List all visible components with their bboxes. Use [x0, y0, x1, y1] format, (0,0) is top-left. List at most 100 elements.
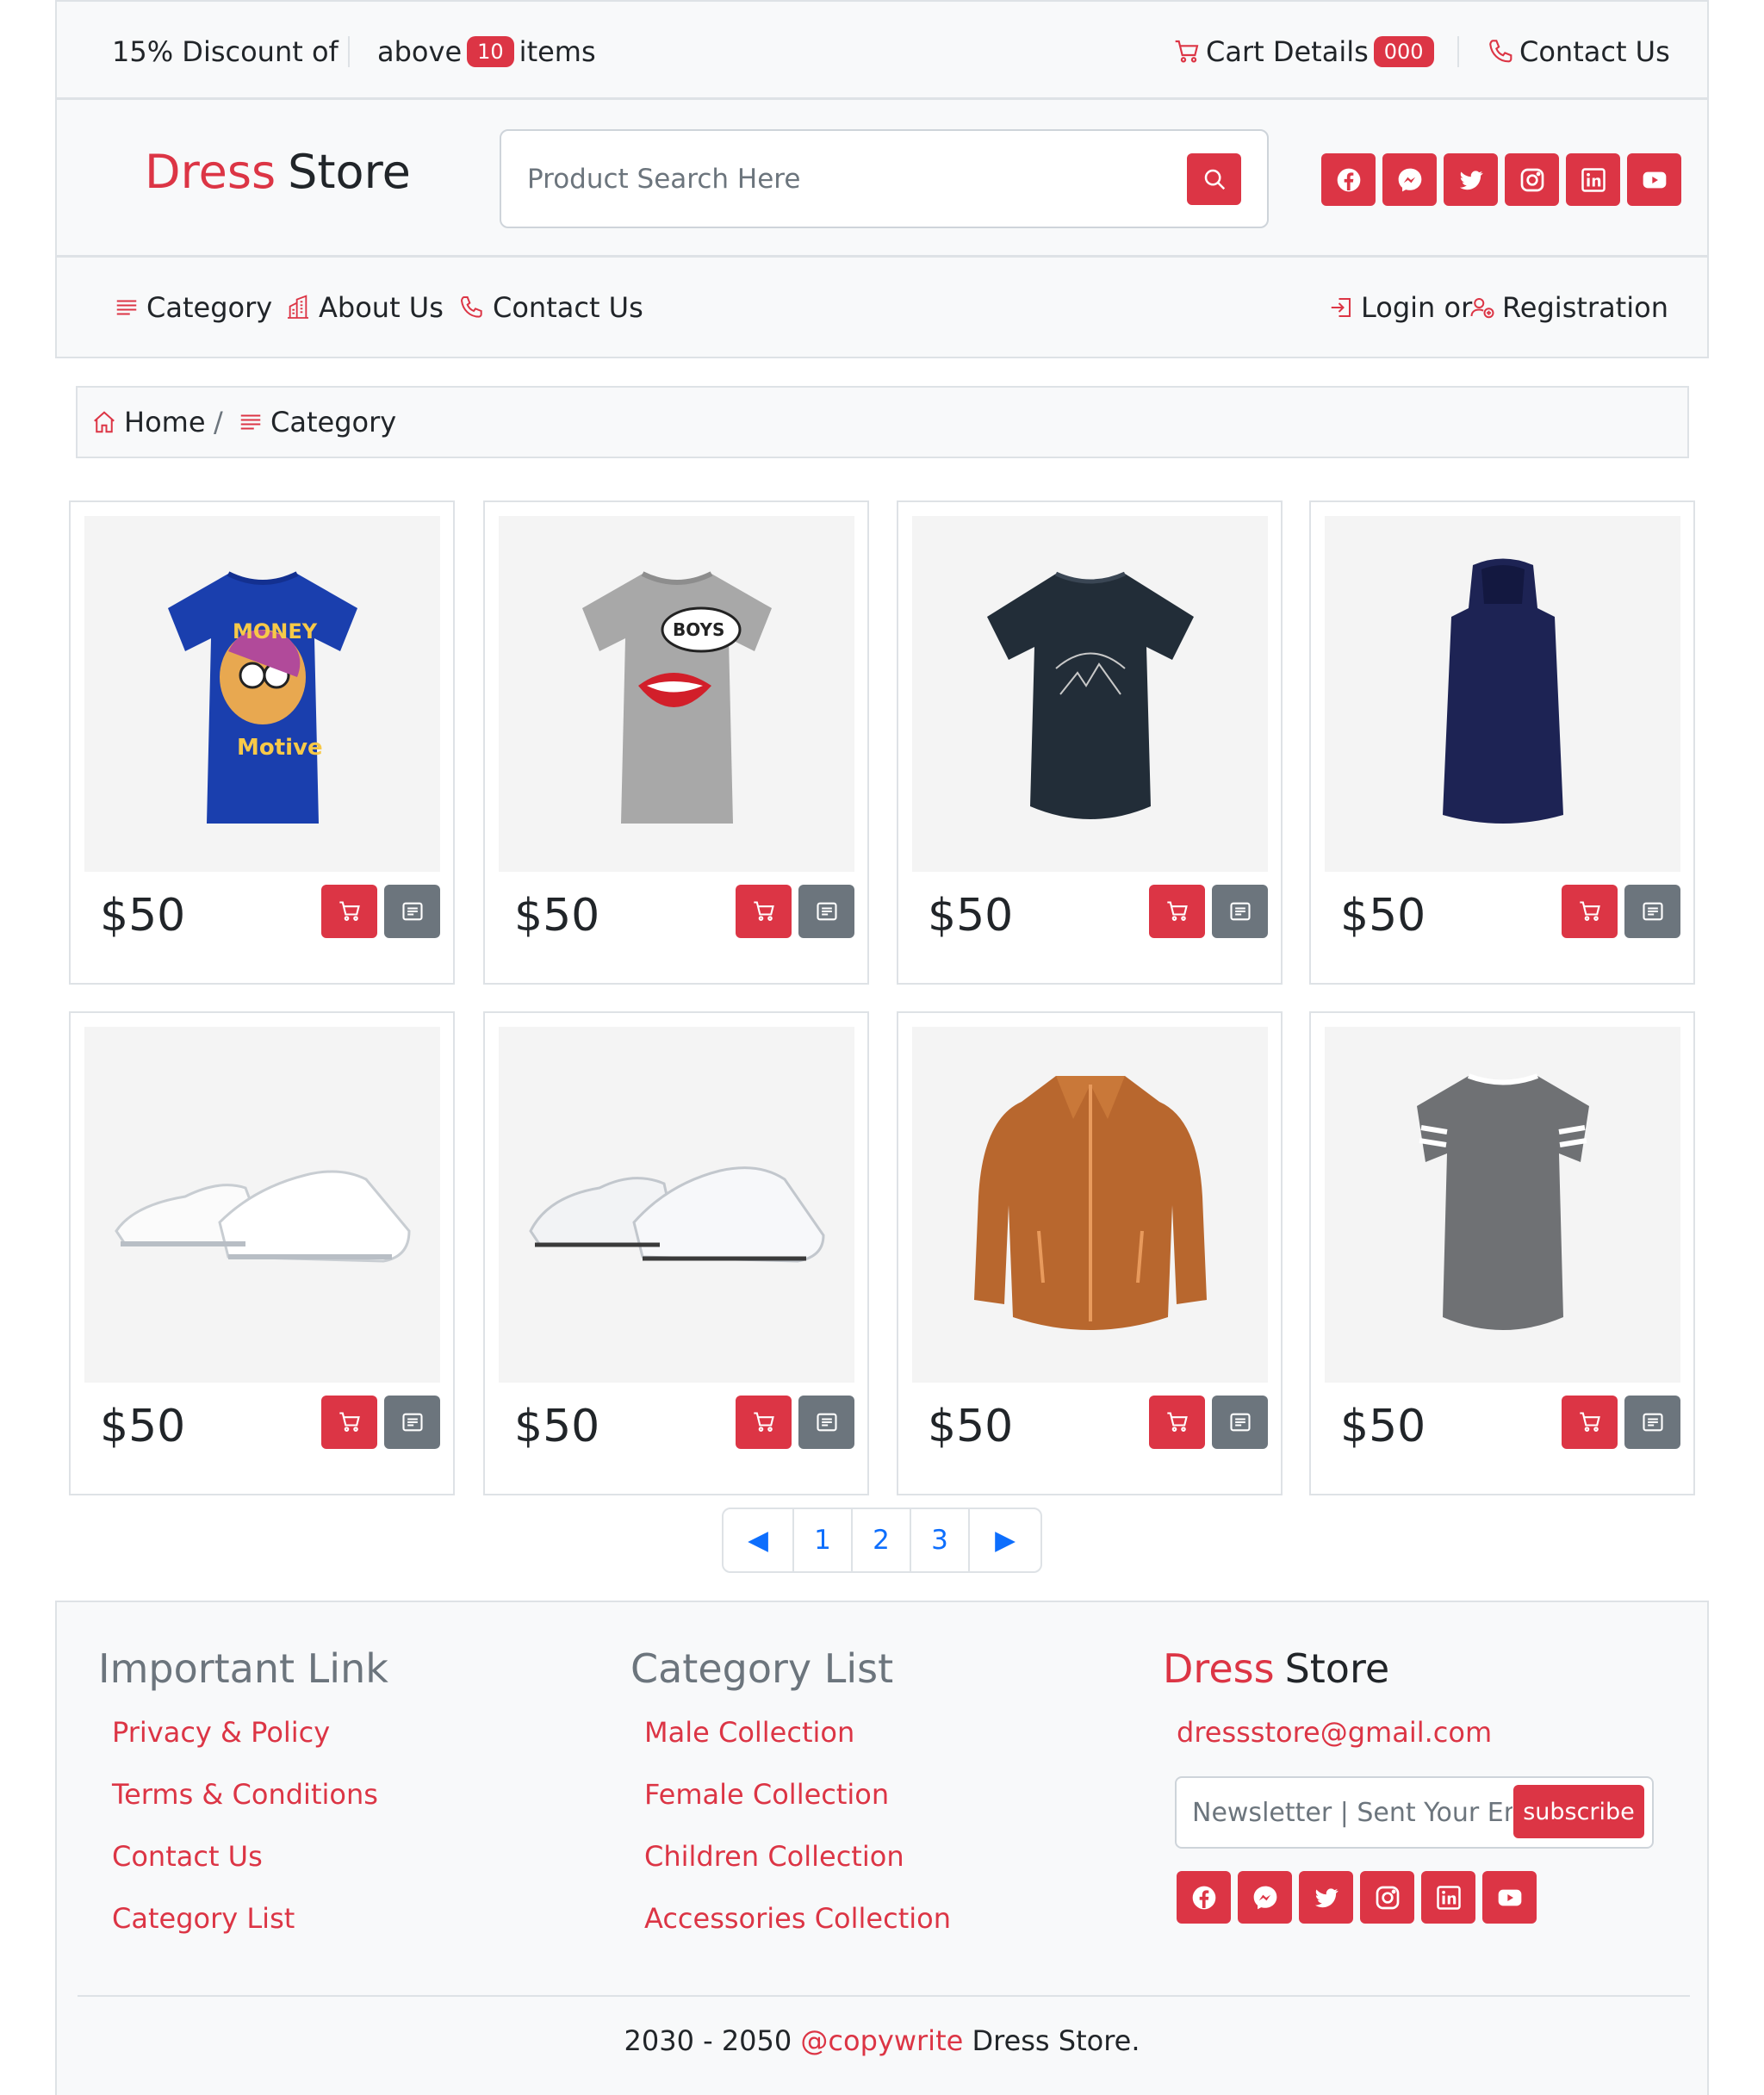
- details-icon: [815, 1410, 839, 1434]
- male-collection-link[interactable]: Male Collection: [644, 1716, 854, 1749]
- product-image[interactable]: [1325, 1027, 1680, 1383]
- breadcrumb-category[interactable]: Category: [238, 388, 396, 457]
- page-link[interactable]: 1: [794, 1509, 853, 1571]
- svg-text:MONEY: MONEY: [233, 619, 318, 643]
- add-to-cart-button[interactable]: [1562, 885, 1618, 938]
- breadcrumb-category-label: Category: [270, 406, 397, 438]
- product-price: $50: [100, 890, 186, 942]
- items-label: items: [519, 35, 596, 68]
- product-image[interactable]: [912, 516, 1268, 872]
- cart-icon: [752, 1410, 776, 1434]
- view-details-button[interactable]: [1624, 885, 1680, 938]
- messenger-icon[interactable]: [1238, 1871, 1292, 1924]
- product-image[interactable]: [84, 1027, 440, 1383]
- children-collection-link[interactable]: Children Collection: [644, 1840, 904, 1873]
- add-to-cart-button[interactable]: [1562, 1396, 1618, 1449]
- view-details-button[interactable]: [1624, 1396, 1680, 1449]
- category-list-heading: Category List: [630, 1645, 894, 1692]
- product-image[interactable]: BOYS: [499, 516, 854, 872]
- accessories-collection-link[interactable]: Accessories Collection: [644, 1902, 951, 1935]
- view-details-button[interactable]: [1212, 885, 1268, 938]
- copyright-link[interactable]: @copywrite: [800, 2024, 963, 2057]
- view-details-button[interactable]: [798, 885, 854, 938]
- add-to-cart-button[interactable]: [321, 1396, 377, 1449]
- footer-brand-second: Store: [1284, 1645, 1390, 1692]
- add-to-cart-button[interactable]: [1149, 1396, 1205, 1449]
- nav-registration[interactable]: Registration: [1469, 258, 1668, 357]
- instagram-icon[interactable]: [1360, 1871, 1414, 1924]
- search-button[interactable]: [1187, 153, 1241, 205]
- page-link[interactable]: 2: [853, 1509, 911, 1571]
- add-to-cart-button[interactable]: [736, 885, 792, 938]
- page-link[interactable]: 3: [911, 1509, 970, 1571]
- page-number: 2: [873, 1525, 890, 1556]
- add-to-cart-button[interactable]: [736, 1396, 792, 1449]
- header-social-links: [1321, 153, 1681, 206]
- newsletter-form: subscribe: [1175, 1776, 1654, 1849]
- category-list-link[interactable]: Category List: [112, 1902, 295, 1935]
- cart-icon: [1578, 1410, 1602, 1434]
- email-link[interactable]: dressstore@gmail.com: [1177, 1716, 1492, 1749]
- important-links-heading: Important Link: [98, 1645, 388, 1692]
- linkedin-icon[interactable]: [1421, 1871, 1475, 1924]
- nav-login-label: Login or: [1361, 290, 1473, 324]
- product-image[interactable]: [912, 1027, 1268, 1383]
- footer-contact-link[interactable]: Contact Us: [112, 1840, 263, 1873]
- add-to-cart-button[interactable]: [321, 885, 377, 938]
- breadcrumb: Home / Category: [76, 386, 1689, 458]
- product-price: $50: [928, 1401, 1014, 1452]
- divider: [1457, 36, 1459, 67]
- add-to-cart-button[interactable]: [1149, 885, 1205, 938]
- product-image[interactable]: MONEY Motive: [84, 516, 440, 872]
- items-offer: above 10 items: [377, 2, 596, 102]
- twitter-icon[interactable]: [1299, 1871, 1353, 1924]
- product-card: BOYS $50: [483, 500, 869, 985]
- nav-login[interactable]: Login or: [1328, 258, 1472, 357]
- nav-category[interactable]: Category: [114, 258, 272, 357]
- page-number: 3: [931, 1525, 948, 1556]
- brand-logo[interactable]: Dress Store: [145, 145, 411, 199]
- view-details-button[interactable]: [1212, 1396, 1268, 1449]
- newsletter-input[interactable]: [1177, 1778, 1512, 1847]
- product-image[interactable]: [499, 1027, 854, 1383]
- footer-divider: [78, 1995, 1690, 1997]
- youtube-icon[interactable]: [1482, 1871, 1537, 1924]
- instagram-icon[interactable]: [1505, 153, 1559, 206]
- view-details-button[interactable]: [384, 1396, 440, 1449]
- youtube-icon[interactable]: [1627, 153, 1681, 206]
- view-details-button[interactable]: [798, 1396, 854, 1449]
- svg-text:BOYS: BOYS: [673, 619, 724, 640]
- prev-page-button[interactable]: ◀: [724, 1509, 794, 1571]
- search-input[interactable]: [501, 131, 1156, 227]
- phone-icon: [1487, 37, 1516, 66]
- facebook-icon[interactable]: [1321, 153, 1376, 206]
- product-price: $50: [1340, 1401, 1426, 1452]
- messenger-icon[interactable]: [1382, 153, 1437, 206]
- product-card: $50: [483, 1011, 869, 1495]
- subscribe-button[interactable]: subscribe: [1513, 1785, 1644, 1838]
- cart-details-link[interactable]: Cart Details 000: [1173, 2, 1439, 102]
- breadcrumb-home[interactable]: Home: [91, 388, 206, 457]
- facebook-icon[interactable]: [1177, 1871, 1231, 1924]
- terms-link[interactable]: Terms & Conditions: [112, 1778, 378, 1811]
- cart-icon: [1165, 1410, 1189, 1434]
- product-card: $50: [897, 500, 1283, 985]
- privacy-policy-link[interactable]: Privacy & Policy: [112, 1716, 330, 1749]
- nav-contact[interactable]: Contact Us: [458, 258, 643, 357]
- search-box: [500, 129, 1269, 228]
- view-details-button[interactable]: [384, 885, 440, 938]
- nav-bar: Category About Us Contact Us Login or Re…: [55, 258, 1709, 358]
- twitter-icon[interactable]: [1444, 153, 1498, 206]
- product-card: $50: [1309, 1011, 1695, 1495]
- next-page-button[interactable]: ▶: [970, 1509, 1040, 1571]
- product-image[interactable]: [1325, 516, 1680, 872]
- cart-icon: [1173, 38, 1201, 65]
- top-contact-link[interactable]: Contact Us: [1487, 2, 1670, 102]
- nav-about[interactable]: About Us: [284, 258, 444, 357]
- product-price: $50: [1340, 890, 1426, 942]
- list-icon: [238, 409, 264, 435]
- divider: [348, 36, 350, 67]
- female-collection-link[interactable]: Female Collection: [644, 1778, 889, 1811]
- linkedin-icon[interactable]: [1566, 153, 1620, 206]
- footer-brand: Dress Store: [1163, 1645, 1389, 1692]
